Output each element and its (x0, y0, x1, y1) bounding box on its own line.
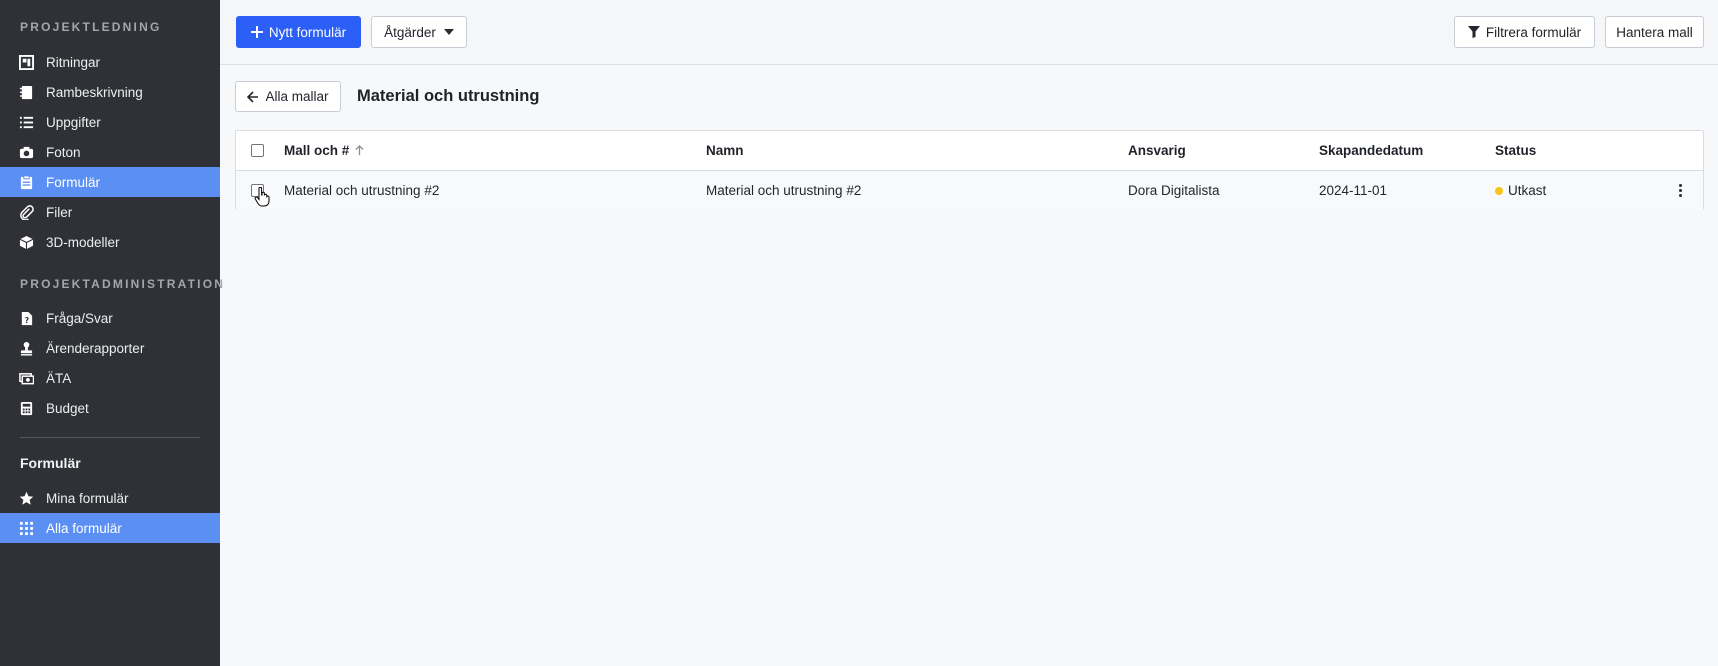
actions-dropdown[interactable]: Åtgärder (371, 16, 467, 48)
sidebar-item-ata[interactable]: ÄTA (0, 363, 220, 393)
clipboard-icon (0, 174, 46, 190)
status-dot (1495, 186, 1503, 195)
sidebar-item-label: Fråga/Svar (46, 310, 113, 326)
paperclip-icon (0, 204, 46, 220)
money-icon (0, 371, 46, 386)
calculator-icon (0, 401, 46, 416)
blueprint-icon (0, 54, 46, 70)
sidebar-item-label: Mina formulär (46, 490, 129, 506)
sidebar-item-3d-modeller[interactable]: 3D-modeller (0, 227, 220, 257)
status-badge: Utkast (1508, 183, 1547, 198)
cell-created: 2024-11-01 (1319, 183, 1388, 198)
sidebar-item-filer[interactable]: Filer (0, 197, 220, 227)
sidebar: PROJEKTLEDNING Ritningar Rambeskrivning … (0, 0, 223, 666)
cell-name: Material och utrustning #2 (706, 183, 862, 198)
grid-icon (0, 521, 46, 536)
back-label: Alla mallar (265, 89, 329, 104)
hand-cursor-icon (254, 187, 270, 207)
forms-table: Mall och # Namn Ansvarig Skapandedatum S… (235, 130, 1704, 210)
sidebar-item-label: Rambeskrivning (46, 84, 143, 100)
sidebar-item-label: Alla formulär (46, 520, 122, 536)
plus-icon (250, 26, 263, 38)
section-title-projektledning: PROJEKTLEDNING (20, 20, 162, 34)
svg-text:?: ? (24, 316, 28, 325)
sidebar-item-uppgifter[interactable]: Uppgifter (0, 107, 220, 137)
column-header-label: Mall och # (284, 143, 350, 158)
sidebar-item-label: ÄTA (46, 370, 72, 386)
page-title: Material och utrustning (357, 87, 540, 105)
stamp-icon (0, 341, 46, 356)
arrow-left-icon (247, 90, 259, 103)
sidebar-item-alla-formular[interactable]: Alla formulär (0, 513, 220, 543)
sidebar-item-rambeskrivning[interactable]: Rambeskrivning (0, 77, 220, 107)
sidebar-item-label: Uppgifter (46, 114, 101, 130)
column-header-template[interactable]: Mall och # (284, 131, 365, 170)
column-header-name[interactable]: Namn (706, 131, 744, 170)
filter-forms-label: Filtrera formulär (1485, 24, 1582, 40)
column-header-created[interactable]: Skapandedatum (1319, 131, 1423, 170)
column-header-responsible[interactable]: Ansvarig (1128, 131, 1186, 170)
column-header-status[interactable]: Status (1495, 131, 1536, 170)
filter-forms-button[interactable]: Filtrera formulär (1454, 16, 1595, 48)
select-all-checkbox[interactable] (251, 144, 264, 157)
sidebar-item-label: Foton (46, 144, 81, 160)
caret-down-icon (443, 29, 454, 35)
cell-responsible: Dora Digitalista (1128, 183, 1220, 198)
sidebar-item-mina-formular[interactable]: Mina formulär (0, 483, 220, 513)
actions-label: Åtgärder (384, 24, 436, 40)
cell-status: Utkast (1495, 171, 1546, 210)
sidebar-item-foton[interactable]: Foton (0, 137, 220, 167)
manage-template-label: Hantera mall (1616, 24, 1693, 40)
file-question-icon: ? (0, 311, 46, 326)
sidebar-item-label: 3D-modeller (46, 234, 120, 250)
sidebar-item-arenderapporter[interactable]: Ärenderapporter (0, 333, 220, 363)
section-title-projektadministration: PROJEKTADMINISTRATION (20, 277, 226, 291)
table-row[interactable]: Material och utrustning #2 Material och … (236, 171, 1703, 210)
table-header: Mall och # Namn Ansvarig Skapandedatum S… (236, 131, 1703, 171)
sidebar-item-budget[interactable]: Budget (0, 393, 220, 423)
cell-template[interactable]: Material och utrustning #2 (284, 171, 439, 210)
sidebar-item-label: Filer (46, 204, 73, 220)
sidebar-forms-heading: Formulär (20, 455, 81, 471)
sidebar-item-formular[interactable]: Formulär (0, 167, 220, 197)
back-to-templates-button[interactable]: Alla mallar (235, 81, 341, 112)
star-icon (0, 491, 46, 506)
sidebar-item-label: Budget (46, 400, 89, 416)
filter-icon (1467, 26, 1480, 38)
list-icon (0, 115, 46, 130)
select-all-cell (251, 131, 264, 170)
cube-icon (0, 235, 46, 250)
sidebar-divider (20, 437, 200, 438)
sidebar-item-label: Ärenderapporter (46, 340, 145, 356)
sidebar-item-ritningar[interactable]: Ritningar (0, 47, 220, 77)
manage-template-button[interactable]: Hantera mall (1605, 16, 1704, 48)
sidebar-item-label: Formulär (46, 174, 101, 190)
toolbar: Nytt formulär Åtgärder Filtrera formulär… (220, 0, 1718, 65)
sidebar-item-label: Ritningar (46, 54, 101, 70)
sidebar-item-fraga-svar[interactable]: ? Fråga/Svar (0, 303, 220, 333)
camera-icon (0, 145, 46, 160)
notebook-icon (0, 85, 46, 100)
more-vertical-icon (1679, 184, 1682, 197)
row-more-button[interactable] (1679, 171, 1682, 210)
new-form-button[interactable]: Nytt formulär (236, 16, 361, 48)
new-form-label: Nytt formulär (268, 24, 347, 40)
sort-ascending-icon (355, 145, 364, 156)
